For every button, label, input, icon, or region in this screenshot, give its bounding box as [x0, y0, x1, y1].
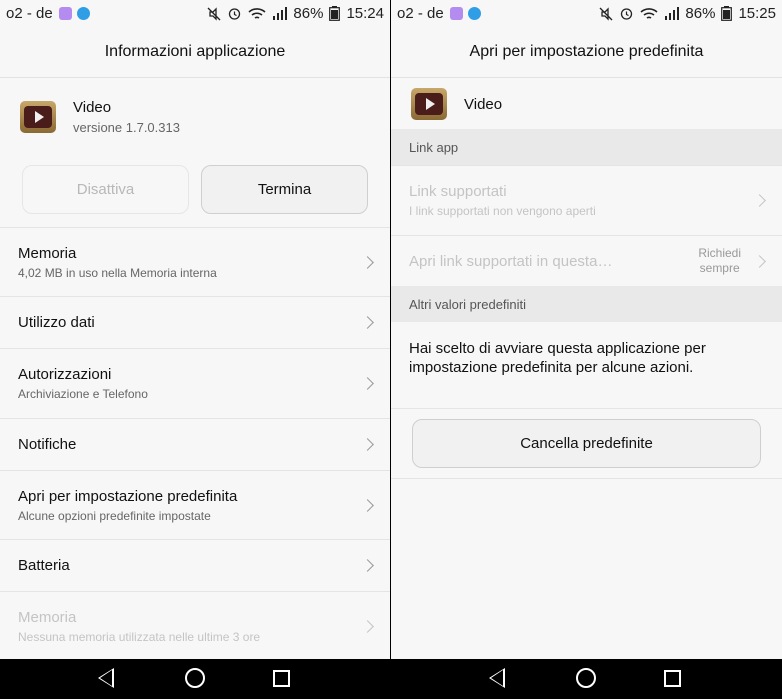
video-app-icon [20, 101, 56, 133]
disable-button[interactable]: Disattiva [22, 165, 189, 214]
battery-percentage: 86% [293, 5, 324, 22]
row-title: Autorizzazioni [18, 366, 112, 383]
defaults-description: Hai scelto di avviare questa applicazion… [409, 340, 706, 376]
row-title: Memoria [18, 608, 77, 626]
row-battery[interactable]: Batteria [0, 539, 390, 591]
row-subtitle: Nessuna memoria utilizzata nelle ultime … [18, 629, 261, 644]
signal-icon [273, 7, 288, 20]
row-open-supported-links[interactable]: Apri link supportati in questa… Richiedi… [391, 235, 782, 286]
home-button[interactable] [185, 668, 207, 690]
gallery-notification-icon [449, 7, 463, 20]
page-title: Apri per impostazione predefinita [391, 27, 782, 78]
wifi-icon [248, 7, 266, 19]
app-header: Video versione 1.7.0.313 [0, 99, 390, 135]
carrier-label: o2 - de [397, 5, 444, 22]
gallery-notification-icon [58, 7, 72, 20]
page-title: Informazioni applicazione [0, 27, 390, 78]
back-button[interactable] [489, 668, 511, 690]
chevron-right-icon [753, 194, 766, 207]
row-title: Batteria [18, 557, 70, 574]
navigation-bar [0, 659, 782, 699]
row-storage[interactable]: Memoria 4,02 MB in uso nella Memoria inte… [0, 227, 390, 296]
divider [391, 478, 782, 479]
back-button[interactable] [98, 668, 120, 690]
section-header-other-defaults: Altri valori predefiniti [391, 286, 782, 322]
telegram-notification-icon [467, 7, 481, 20]
open-by-default-screen: o2 - de 86% 15:25 Apri per impostazione … [391, 0, 782, 699]
alarm-icon [229, 8, 241, 20]
recents-button[interactable] [664, 668, 686, 690]
value-line: sempre [699, 261, 740, 275]
app-info-screen: o2 - de 86% 15:24 Informazioni applicazi… [0, 0, 390, 699]
row-memory[interactable]: Memoria Nessuna memoria utilizzata nelle … [0, 591, 390, 660]
mute-icon [599, 6, 613, 21]
chevron-right-icon [361, 255, 374, 269]
divider [391, 408, 782, 409]
open-links-value: Richiedi sempre [698, 246, 741, 276]
row-notifications[interactable]: Notifiche [0, 418, 390, 470]
recents-button[interactable] [273, 668, 295, 690]
chevron-right-icon [361, 377, 374, 390]
row-open-by-default[interactable]: Apri per impostazione predefinita Alcune … [0, 470, 390, 539]
row-title: Apri per impostazione predefinita [18, 487, 238, 505]
row-permissions[interactable]: Autorizzazioni Archiviazione e Telefono [0, 348, 390, 418]
row-title: Utilizzo dati [18, 314, 95, 331]
status-bar: o2 - de 86% 15:24 [0, 0, 390, 27]
chevron-right-icon [753, 254, 766, 268]
recents-icon [664, 670, 681, 687]
app-version: versione 1.7.0.313 [73, 120, 180, 135]
chevron-right-icon [361, 438, 374, 451]
back-icon [489, 668, 505, 688]
row-title: Notifiche [18, 436, 77, 453]
app-name: Video [464, 95, 503, 113]
row-data-usage[interactable]: Utilizzo dati [0, 296, 390, 348]
wifi-icon [640, 7, 658, 19]
mute-icon [207, 6, 221, 21]
signal-icon [665, 7, 680, 20]
alarm-icon [621, 8, 633, 20]
row-subtitle: Archiviazione e Telefono [18, 387, 148, 401]
battery-icon [329, 6, 341, 21]
section-header-app-links: Link app [391, 129, 782, 165]
chevron-right-icon [361, 559, 374, 572]
battery-percentage: 86% [685, 5, 716, 22]
status-bar: o2 - de 86% 15:25 [391, 0, 782, 27]
telegram-notification-icon [76, 7, 90, 20]
row-supported-links[interactable]: Link supportati I link supportati non ven… [391, 165, 782, 235]
home-icon [185, 668, 205, 688]
row-subtitle: 4,02 MB in uso nella Memoria interna [18, 265, 217, 280]
row-subtitle: I link supportati non vengono aperti [409, 204, 596, 218]
app-name: Video [73, 99, 112, 116]
chevron-right-icon [361, 316, 374, 329]
clock: 15:24 [346, 5, 384, 22]
app-header: Video [391, 88, 782, 120]
video-app-icon [411, 88, 447, 120]
row-title: Memoria [18, 244, 77, 262]
value-line: Richiedi [698, 246, 741, 260]
home-button[interactable] [576, 668, 598, 690]
row-subtitle: Alcune opzioni predefinite impostate [18, 508, 211, 523]
chevron-right-icon [361, 498, 374, 512]
chevron-right-icon [361, 619, 374, 633]
back-icon [98, 668, 114, 688]
row-title: Apri link supportati in questa… [409, 252, 613, 270]
carrier-label: o2 - de [6, 5, 53, 22]
recents-icon [273, 670, 290, 687]
home-icon [576, 668, 596, 688]
clock: 15:25 [738, 5, 776, 22]
row-title: Link supportati [409, 183, 507, 200]
battery-icon [721, 6, 733, 21]
force-stop-button[interactable]: Termina [201, 165, 368, 214]
clear-defaults-button[interactable]: Cancella predefinite [412, 419, 761, 468]
